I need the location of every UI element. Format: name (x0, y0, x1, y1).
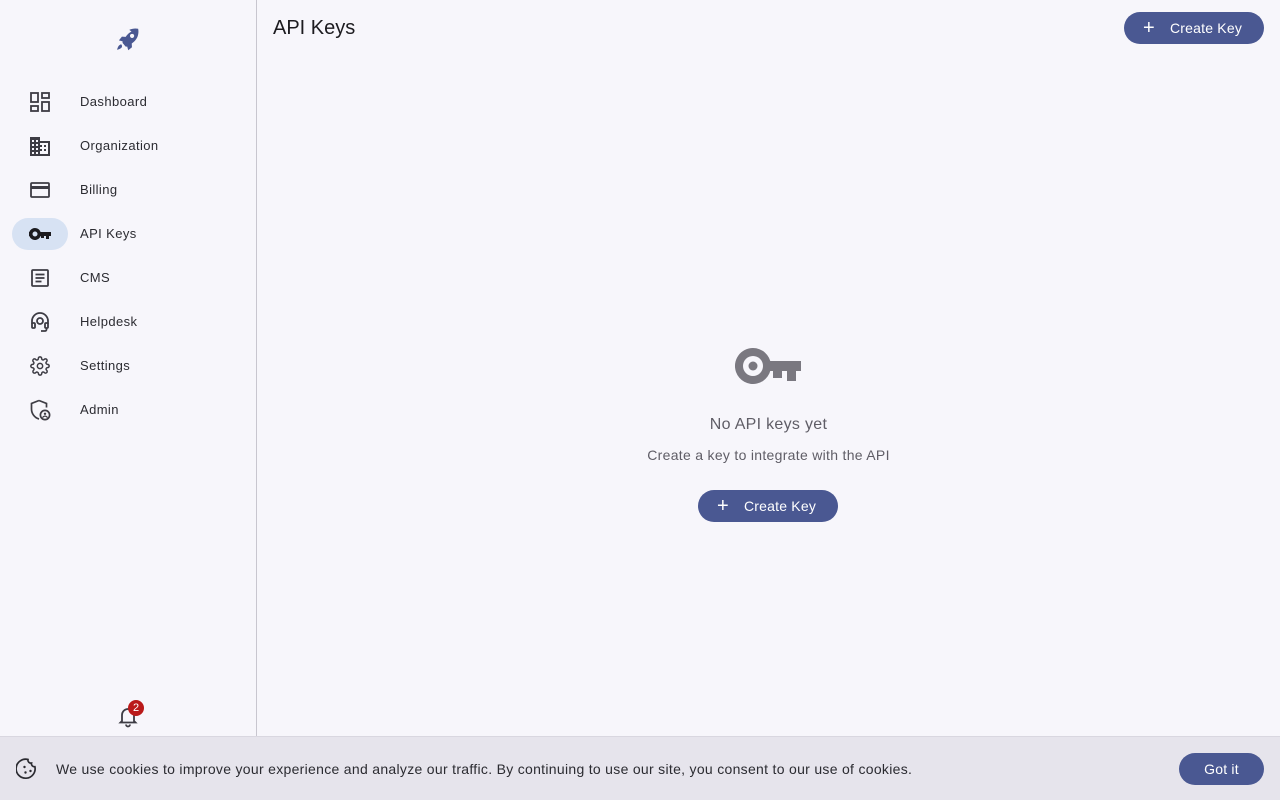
rocket-icon[interactable] (112, 24, 144, 56)
building-icon (28, 134, 52, 158)
create-key-button[interactable]: + Create Key (1124, 12, 1264, 44)
create-key-empty-button[interactable]: + Create Key (698, 490, 838, 522)
sidebar-item-label: Admin (80, 402, 119, 417)
sidebar-item-label: Organization (80, 138, 159, 153)
sidebar-item-label: Helpdesk (80, 314, 138, 329)
dashboard-icon (28, 90, 52, 114)
sidebar-item-label: CMS (80, 270, 111, 285)
main-content: API Keys + Create Key No API keys yet Cr… (257, 0, 1280, 736)
notification-badge: 2 (128, 700, 144, 716)
empty-state-title: No API keys yet (709, 416, 828, 433)
sidebar-item-settings[interactable]: Settings (0, 344, 256, 388)
admin-shield-icon (28, 398, 52, 422)
plus-icon: + (717, 495, 729, 517)
create-key-label: Create Key (744, 498, 817, 514)
sidebar-item-label: Dashboard (80, 94, 148, 109)
plus-icon: + (1143, 17, 1155, 39)
sidebar-item-helpdesk[interactable]: Helpdesk (0, 300, 256, 344)
headset-icon (28, 310, 52, 334)
empty-state-subtitle: Create a key to integrate with the API (647, 447, 890, 463)
sidebar-item-organization[interactable]: Organization (0, 124, 256, 168)
page-title: API Keys (273, 17, 356, 39)
cookie-banner-text: We use cookies to improve your experienc… (56, 761, 913, 777)
sidebar-item-label: Settings (80, 358, 131, 373)
accept-cookies-button[interactable]: Got it (1179, 753, 1264, 785)
cookie-icon (15, 757, 40, 781)
sidebar-item-label: Billing (80, 182, 118, 197)
sidebar-item-admin[interactable]: Admin (0, 388, 256, 432)
key-icon (28, 222, 52, 246)
sidebar-item-label: API Keys (80, 226, 137, 241)
sidebar-item-cms[interactable]: CMS (0, 256, 256, 300)
sidebar-item-billing[interactable]: Billing (0, 168, 256, 212)
article-icon (28, 266, 52, 290)
sidebar-nav: Dashboard Organization Billing API Keys (0, 80, 256, 432)
key-icon (734, 342, 803, 390)
sidebar-item-dashboard[interactable]: Dashboard (0, 80, 256, 124)
credit-card-icon (28, 178, 52, 202)
sidebar-item-api-keys[interactable]: API Keys (0, 212, 256, 256)
sidebar: Dashboard Organization Billing API Keys (0, 0, 257, 736)
cookie-banner: We use cookies to improve your experienc… (0, 736, 1280, 800)
create-key-label: Create Key (1170, 20, 1243, 36)
gear-icon (28, 354, 52, 378)
